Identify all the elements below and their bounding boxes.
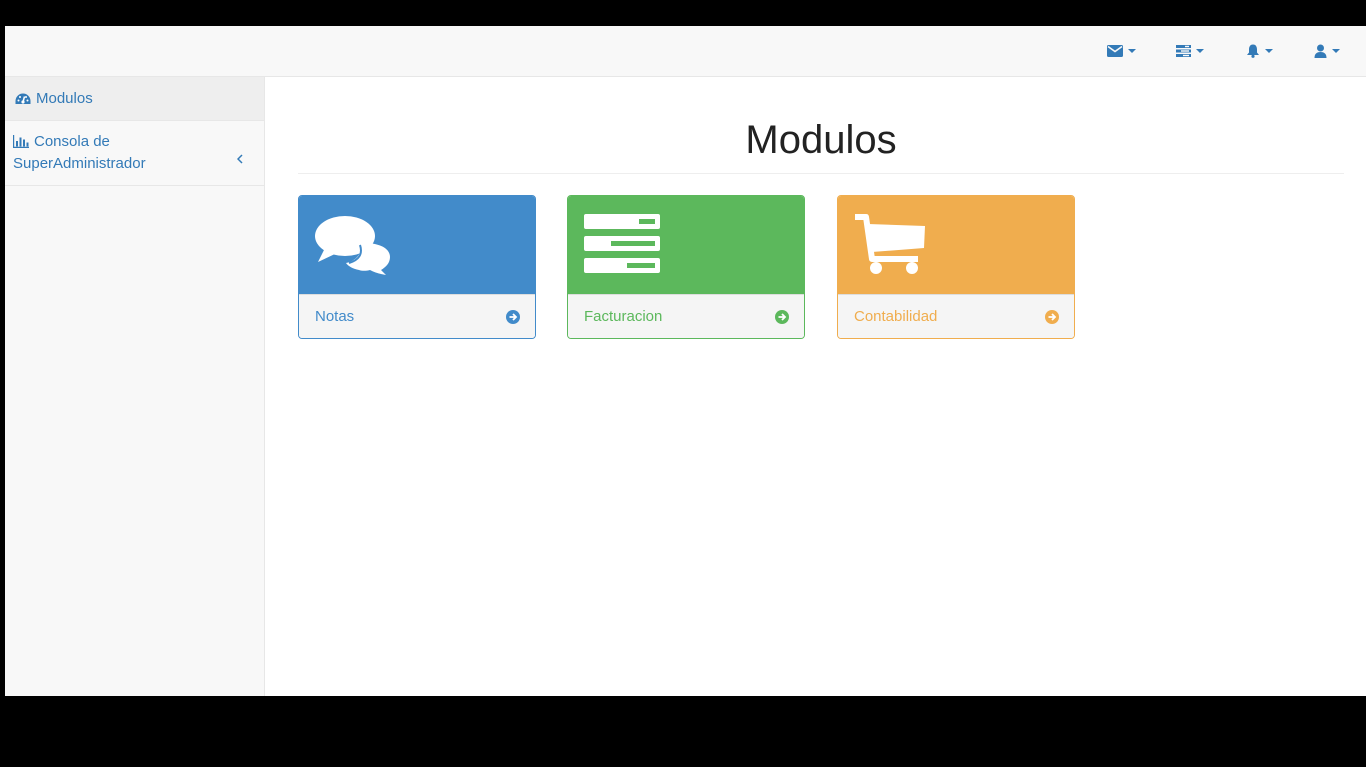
- arrow-circle-right-icon: [1045, 309, 1059, 324]
- panel-footer[interactable]: Contabilidad: [838, 294, 1074, 338]
- alerts-dropdown[interactable]: [1246, 26, 1273, 76]
- panel-heading: [838, 196, 1074, 294]
- caret-down-icon: [1196, 49, 1204, 53]
- sidebar: Modulos Consola de SuperAdministrador: [5, 77, 265, 696]
- caret-down-icon: [1128, 49, 1136, 53]
- envelope-icon: [1107, 45, 1123, 57]
- top-navbar: [5, 26, 1366, 77]
- user-dropdown[interactable]: [1314, 26, 1340, 76]
- sidebar-item-consola[interactable]: Consola de SuperAdministrador: [5, 121, 264, 186]
- arrow-circle-right-icon: [506, 309, 520, 324]
- tasks-dropdown[interactable]: [1176, 26, 1204, 76]
- chevron-left-icon[interactable]: [237, 154, 243, 164]
- sidebar-item-label: Modulos: [36, 90, 93, 107]
- server-icon: [584, 214, 660, 273]
- panel-label: Contabilidad: [854, 308, 938, 325]
- caret-down-icon: [1265, 49, 1273, 53]
- comments-icon: [315, 216, 390, 275]
- page-header: Modulos: [298, 115, 1344, 174]
- user-icon: [1314, 44, 1327, 58]
- dashboard-icon: [15, 93, 31, 104]
- bar-chart-icon: [13, 135, 29, 148]
- page-title: Modulos: [745, 118, 897, 162]
- main-content: Modulos Notas Facturacion Contabilidad: [266, 77, 1366, 696]
- panel-label: Facturacion: [584, 308, 663, 325]
- panel-heading: [568, 196, 804, 294]
- module-panel-contabilidad[interactable]: Contabilidad: [837, 195, 1075, 339]
- panel-footer[interactable]: Notas: [299, 294, 535, 338]
- module-panel-notas[interactable]: Notas: [298, 195, 536, 339]
- caret-down-icon: [1332, 49, 1340, 53]
- arrow-circle-right-icon: [775, 309, 789, 324]
- app-window: Modulos Consola de SuperAdministrador Mo…: [5, 26, 1366, 696]
- panel-footer[interactable]: Facturacion: [568, 294, 804, 338]
- panel-heading: [299, 196, 535, 294]
- panel-label: Notas: [315, 308, 355, 325]
- tasks-icon: [1176, 45, 1191, 57]
- sidebar-item-label: Consola de SuperAdministrador: [13, 133, 146, 172]
- messages-dropdown[interactable]: [1107, 26, 1136, 76]
- sidebar-item-modulos[interactable]: Modulos: [5, 77, 264, 121]
- bell-icon: [1247, 44, 1259, 58]
- module-panel-facturacion[interactable]: Facturacion: [567, 195, 805, 339]
- shopping-cart-icon: [855, 214, 925, 274]
